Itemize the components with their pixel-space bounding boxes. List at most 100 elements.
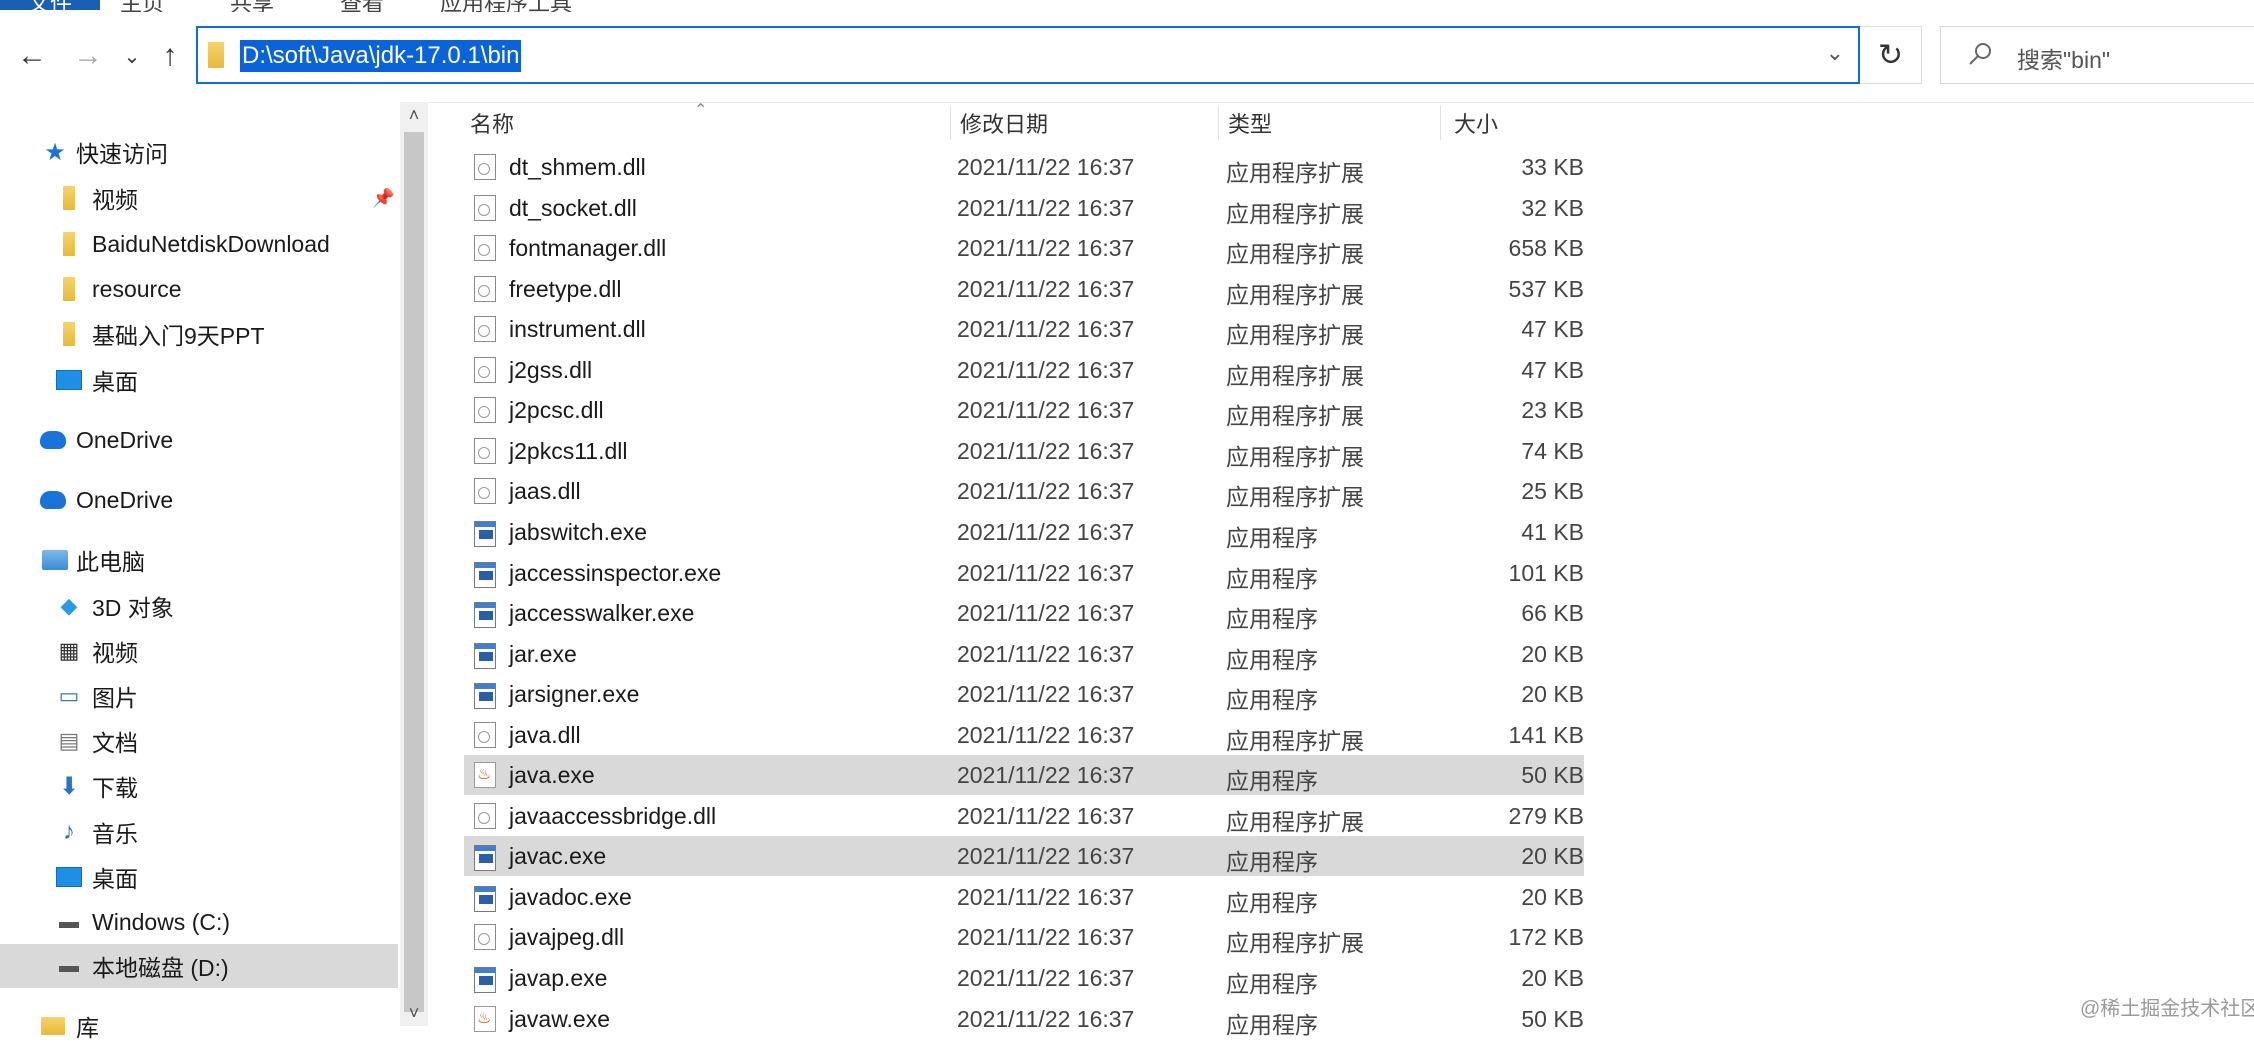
tab-share[interactable]: 共享 — [230, 0, 274, 16]
sidebar-item-library[interactable]: 库 — [0, 1004, 398, 1048]
chevron-down-icon[interactable]: ⌄ — [1826, 40, 1844, 66]
file-row[interactable]: java.exe 2021/11/22 16:37 应用程序 50 KB — [464, 755, 1584, 796]
file-size: 279 KB — [1508, 802, 1584, 829]
video-icon: ▦ — [58, 638, 80, 663]
sidebar-item-pictures[interactable]: ▭ 图片 — [0, 674, 398, 718]
column-divider[interactable] — [950, 106, 951, 140]
file-row[interactable]: javac.exe 2021/11/22 16:37 应用程序 20 KB — [464, 836, 1584, 877]
sidebar-item-desktop[interactable]: 桌面 — [0, 855, 398, 899]
file-row[interactable]: j2pkcs11.dll 2021/11/22 16:37 应用程序扩展 74 KB — [464, 431, 1584, 471]
file-row[interactable]: jabswitch.exe 2021/11/22 16:37 应用程序 41 KB — [464, 512, 1584, 552]
dll-icon — [474, 194, 496, 221]
file-modified: 2021/11/22 16:37 — [957, 681, 1135, 708]
java-icon — [474, 762, 496, 789]
back-button[interactable]: ← — [12, 36, 52, 76]
scroll-down-icon[interactable]: ˅ — [400, 1000, 428, 1026]
file-row[interactable]: java.dll 2021/11/22 16:37 应用程序扩展 141 KB — [464, 715, 1584, 755]
cloud-icon — [40, 487, 66, 513]
sidebar-item-label: BaiduNetdiskDownload — [92, 230, 330, 257]
sidebar-item-baidunetdiskdownload[interactable]: BaiduNetdiskDownload — [0, 222, 398, 266]
recent-locations-button[interactable]: ⌄ — [112, 36, 152, 76]
sidebar-item-documents[interactable]: ▤ 文档 — [0, 719, 398, 763]
tab-view[interactable]: 查看 — [340, 0, 384, 16]
file-row[interactable]: dt_shmem.dll 2021/11/22 16:37 应用程序扩展 33 KB — [464, 147, 1584, 187]
scrollbar-thumb[interactable] — [404, 132, 424, 1012]
up-button[interactable]: ↑ — [150, 36, 190, 76]
file-row[interactable]: jaccesswalker.exe 2021/11/22 16:37 应用程序 66 … — [464, 593, 1584, 633]
file-row[interactable]: fontmanager.dll 2021/11/22 16:37 应用程序扩展 658… — [464, 228, 1584, 268]
arrow-up-icon: ↑ — [162, 39, 178, 72]
tab-app-tools[interactable]: 应用程序工具 — [440, 0, 572, 16]
sidebar-item-label: 基础入门9天PPT — [92, 323, 265, 349]
file-modified: 2021/11/22 16:37 — [957, 478, 1135, 505]
file-row[interactable]: jarsigner.exe 2021/11/22 16:37 应用程序 20 KB — [464, 674, 1584, 714]
folder-icon — [56, 185, 82, 211]
drive-icon: ▬ — [59, 954, 79, 977]
sidebar-item-videos[interactable]: ▦ 视频 — [0, 629, 398, 673]
sidebar-item-quick-access[interactable]: ★ 快速访问 — [0, 130, 398, 174]
sidebar-item-label: OneDrive — [76, 426, 174, 453]
column-header-name[interactable]: 名称 — [470, 102, 514, 142]
tab-home[interactable]: 主页 — [120, 0, 164, 16]
sidebar-item-desktop-quick[interactable]: 桌面 — [0, 358, 398, 402]
column-header-modified[interactable]: 修改日期 — [960, 102, 1048, 142]
file-modified: 2021/11/22 16:37 — [957, 397, 1135, 424]
tab-file[interactable]: 文件 — [0, 0, 100, 16]
dll-icon — [474, 235, 496, 262]
file-type: 应用程序扩展 — [1226, 281, 1364, 308]
address-path[interactable]: D:\soft\Java\jdk-17.0.1\bin — [240, 40, 522, 72]
column-header-type[interactable]: 类型 — [1228, 102, 1272, 142]
column-header-row: ⌃ 名称 修改日期 类型 大小 — [464, 102, 1594, 142]
file-type: 应用程序 — [1226, 524, 1318, 551]
file-name: freetype.dll — [509, 275, 622, 302]
column-divider[interactable] — [1218, 106, 1219, 140]
exe-icon — [474, 520, 496, 547]
sidebar-item-downloads[interactable]: ⬇ 下载 — [0, 764, 398, 808]
file-size: 20 KB — [1521, 681, 1584, 708]
scroll-up-icon[interactable]: ˄ — [400, 102, 428, 128]
file-name: jaccessinspector.exe — [509, 559, 722, 586]
file-row[interactable]: javadoc.exe 2021/11/22 16:37 应用程序 20 KB — [464, 877, 1584, 917]
sidebar-item-onedrive-1[interactable]: OneDrive — [0, 418, 398, 462]
address-bar[interactable]: D:\soft\Java\jdk-17.0.1\bin ⌄ — [196, 26, 1860, 84]
sidebar-item-music[interactable]: ♪ 音乐 — [0, 810, 398, 854]
file-row[interactable]: j2pcsc.dll 2021/11/22 16:37 应用程序扩展 23 KB — [464, 390, 1584, 430]
file-size: 101 KB — [1508, 559, 1584, 586]
file-row[interactable]: javajpeg.dll 2021/11/22 16:37 应用程序扩展 172 KB — [464, 917, 1584, 957]
forward-button[interactable]: → — [68, 36, 108, 76]
refresh-button[interactable]: ↻ — [1860, 26, 1922, 84]
column-header-size[interactable]: 大小 — [1454, 102, 1498, 142]
file-row[interactable]: instrument.dll 2021/11/22 16:37 应用程序扩展 47 K… — [464, 309, 1584, 349]
column-divider[interactable] — [1440, 106, 1441, 140]
navigation-pane-scrollbar[interactable]: ˄ ˅ — [400, 102, 428, 1026]
java-icon — [474, 1005, 496, 1032]
file-size: 658 KB — [1508, 235, 1584, 262]
sidebar-item-label: 此电脑 — [76, 549, 145, 575]
address-toolbar: ← → ⌄ ↑ D:\soft\Java\jdk-17.0.1\bin ⌄ ↻ … — [0, 12, 2254, 103]
file-row[interactable]: javap.exe 2021/11/22 16:37 应用程序 20 KB — [464, 958, 1584, 998]
sidebar-item-onedrive-2[interactable]: OneDrive — [0, 478, 398, 522]
file-row[interactable]: dt_socket.dll 2021/11/22 16:37 应用程序扩展 32 KB — [464, 188, 1584, 228]
file-row[interactable]: jaas.dll 2021/11/22 16:37 应用程序扩展 25 KB — [464, 471, 1584, 511]
sidebar-item-drive-c[interactable]: ▬ Windows (C:) — [0, 900, 398, 944]
file-row[interactable]: jar.exe 2021/11/22 16:37 应用程序 20 KB — [464, 634, 1584, 674]
file-name: javaw.exe — [509, 1005, 611, 1032]
sidebar-item-videos-pinned[interactable]: 视频 📌 — [0, 176, 398, 220]
library-icon — [40, 1013, 66, 1039]
sidebar-item-drive-d[interactable]: ▬ 本地磁盘 (D:) — [0, 944, 398, 988]
file-modified: 2021/11/22 16:37 — [957, 883, 1135, 910]
file-row[interactable]: jaccessinspector.exe 2021/11/22 16:37 应用程序… — [464, 553, 1584, 593]
sidebar-item-3d-objects[interactable]: ◆ 3D 对象 — [0, 584, 398, 628]
file-row[interactable]: javaw.exe 2021/11/22 16:37 应用程序 50 KB — [464, 999, 1584, 1039]
file-row[interactable]: freetype.dll 2021/11/22 16:37 应用程序扩展 537 KB — [464, 269, 1584, 309]
sidebar-item-this-pc[interactable]: 此电脑 — [0, 538, 398, 582]
sidebar-item-label: resource — [92, 275, 182, 302]
file-row[interactable]: javaaccessbridge.dll 2021/11/22 16:37 应用程序… — [464, 796, 1584, 836]
search-placeholder: 搜索"bin" — [2017, 47, 2111, 73]
desktop-icon — [56, 864, 82, 890]
file-row[interactable]: j2gss.dll 2021/11/22 16:37 应用程序扩展 47 KB — [464, 350, 1584, 390]
file-modified: 2021/11/22 16:37 — [957, 275, 1135, 302]
sidebar-item-resource[interactable]: resource — [0, 267, 398, 311]
sidebar-item-basics-ppt[interactable]: 基础入门9天PPT — [0, 312, 398, 356]
search-box[interactable]: 搜索"bin" — [1940, 26, 2254, 84]
